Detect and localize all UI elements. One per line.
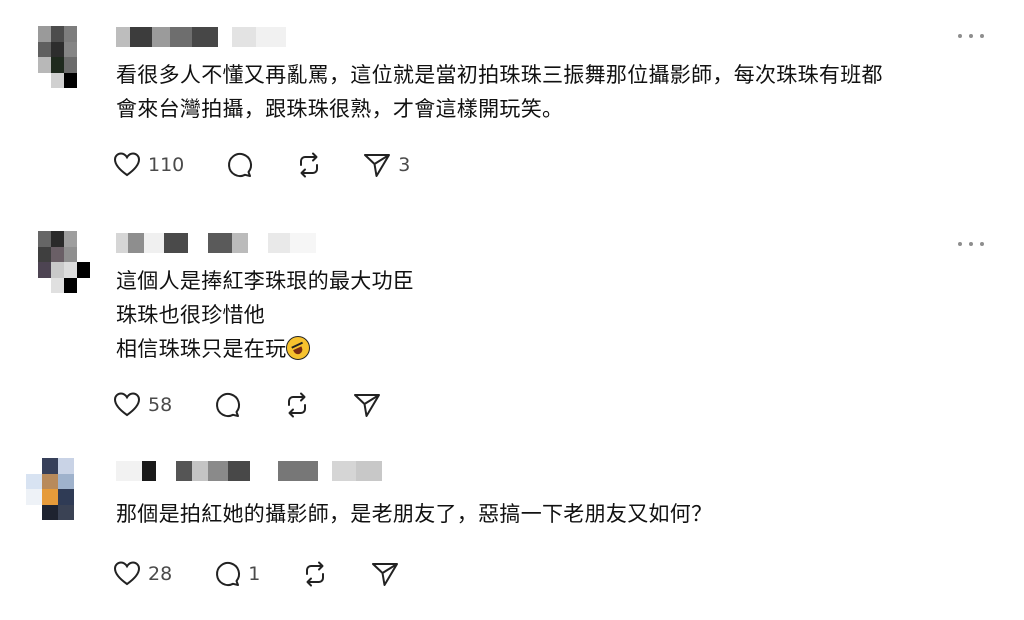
send-icon: [354, 394, 381, 417]
action-bar: 110 3: [112, 150, 410, 180]
share-button[interactable]: 3: [362, 150, 410, 180]
comment-text: 這個人是捧紅李珠珢的最大功臣 珠珠也很珍惜他 相信珠珠只是在玩: [116, 264, 414, 366]
more-dots-icon[interactable]: [958, 237, 984, 251]
comment-text: 那個是拍紅她的攝影師，是老朋友了，惡搞一下老朋友又如何？: [116, 502, 713, 526]
action-bar: 58: [112, 390, 382, 420]
comment-2: 這個人是捧紅李珠珢的最大功臣 珠珠也很珍惜他 相信珠珠只是在玩 58: [0, 205, 1024, 440]
share-button[interactable]: [352, 390, 382, 420]
avatar[interactable]: [38, 231, 90, 293]
reply-button[interactable]: [224, 150, 254, 180]
share-button[interactable]: [370, 559, 400, 589]
repost-icon: [306, 561, 325, 587]
send-icon: [372, 563, 399, 586]
like-count: 28: [148, 563, 173, 585]
username[interactable]: [116, 461, 382, 481]
comment-1: 看很多人不懂又再亂罵，這位就是當初拍珠珠三振舞那位攝影師，每次珠珠有班都 會來台…: [0, 0, 1024, 205]
heart-icon: [113, 561, 141, 586]
username[interactable]: [116, 27, 286, 47]
like-count: 58: [148, 394, 173, 416]
comment-text: 看很多人不懂又再亂罵，這位就是當初拍珠珠三振舞那位攝影師，每次珠珠有班都 會來台…: [116, 63, 883, 121]
repost-icon: [300, 152, 319, 178]
comment-bubble-icon: [228, 153, 253, 177]
heart-icon: [113, 152, 141, 177]
comment-bubble-icon: [216, 562, 241, 586]
rolling-on-floor-laughing-emoji: [286, 336, 311, 360]
reply-count: 1: [248, 563, 261, 585]
like-count: 110: [148, 154, 185, 176]
comment-text-content: 這個人是捧紅李珠珢的最大功臣 珠珠也很珍惜他 相信珠珠只是在玩: [116, 269, 415, 361]
send-icon: [364, 154, 391, 177]
like-button[interactable]: 110: [112, 150, 184, 180]
repost-button[interactable]: [282, 390, 312, 420]
like-button[interactable]: 58: [112, 390, 172, 420]
reply-button[interactable]: 1: [212, 559, 260, 589]
heart-icon: [113, 392, 141, 417]
share-count: 3: [398, 154, 411, 176]
comment-3: 那個是拍紅她的攝影師，是老朋友了，惡搞一下老朋友又如何？ 28 1: [0, 440, 1024, 620]
comment-bubble-icon: [216, 393, 241, 417]
repost-button[interactable]: [294, 150, 324, 180]
repost-icon: [288, 392, 307, 418]
repost-button[interactable]: [300, 559, 330, 589]
username[interactable]: [116, 233, 316, 253]
more-dots-icon[interactable]: [958, 29, 984, 43]
avatar[interactable]: [26, 458, 90, 520]
avatar[interactable]: [38, 26, 90, 88]
like-button[interactable]: 28: [112, 559, 172, 589]
action-bar: 28 1: [112, 559, 400, 589]
reply-button[interactable]: [212, 390, 242, 420]
